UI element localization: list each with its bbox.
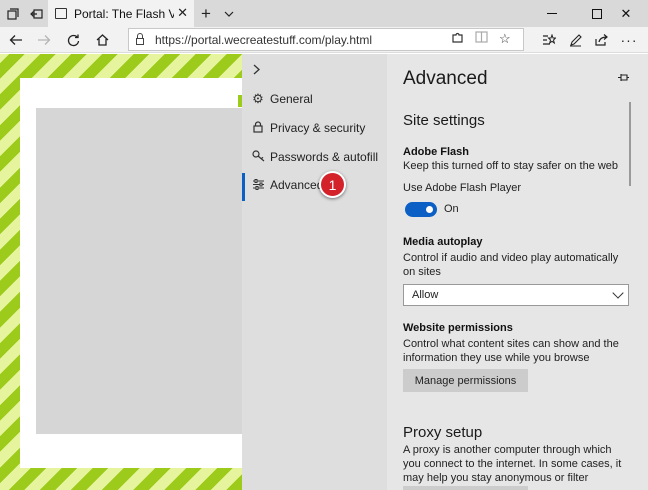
media-autoplay-description: Control if audio and video play automati… xyxy=(403,252,619,278)
settings-nav-label: General xyxy=(270,92,313,106)
callout-marker-1: 1 xyxy=(319,171,346,198)
chevron-down-icon xyxy=(612,287,624,299)
settings-nav-advanced[interactable]: Advanced xyxy=(242,171,387,201)
favorite-star-icon[interactable]: ☆ xyxy=(499,31,511,47)
media-autoplay-select[interactable]: Allow xyxy=(403,284,629,306)
adobe-flash-description: Keep this turned off to stay safer on th… xyxy=(403,160,619,172)
tab-active[interactable]: Portal: The Flash Version ✕ xyxy=(48,0,194,27)
new-tab-icon[interactable]: + xyxy=(195,0,217,27)
url-text[interactable]: https://portal.wecreatestuff.com/play.ht… xyxy=(155,33,372,47)
puzzle-extension-icon[interactable] xyxy=(451,31,464,47)
proxy-setup-description: A proxy is another computer through whic… xyxy=(403,444,622,490)
key-icon xyxy=(251,149,265,165)
settings-nav-passwords[interactable]: Passwords & autofill xyxy=(242,143,387,171)
media-autoplay-value: Allow xyxy=(412,289,439,301)
minimize-icon[interactable] xyxy=(530,0,574,27)
close-window-icon[interactable]: ✕ xyxy=(604,0,648,27)
lock-icon xyxy=(251,120,265,136)
settings-nav-privacy[interactable]: Privacy & security xyxy=(242,114,387,142)
proxy-setup-heading: Proxy setup xyxy=(403,424,483,441)
tab-manager-icon[interactable] xyxy=(2,0,24,27)
scrollbar[interactable] xyxy=(629,102,631,186)
flash-toggle-label: Use Adobe Flash Player xyxy=(403,182,522,194)
site-settings-heading: Site settings xyxy=(403,112,485,129)
pen-notes-icon[interactable] xyxy=(563,27,587,53)
address-bar[interactable]: https://portal.wecreatestuff.com/play.ht… xyxy=(128,28,524,51)
set-aside-tabs-icon[interactable] xyxy=(25,0,47,27)
website-permissions-heading: Website permissions xyxy=(403,322,513,334)
tab-title: Portal: The Flash Version xyxy=(74,6,174,21)
panel-title: Advanced xyxy=(403,68,488,89)
settings-nav-label: Privacy & security xyxy=(270,121,366,135)
tab-preview-chevron-icon[interactable] xyxy=(218,0,240,27)
proxy-setup-button[interactable] xyxy=(403,486,528,490)
title-bar: Portal: The Flash Version ✕ + ✕ xyxy=(0,0,648,27)
refresh-icon[interactable] xyxy=(61,27,85,53)
gear-icon: ⚙ xyxy=(252,91,264,106)
back-arrow-icon[interactable] xyxy=(4,27,28,53)
web-page-content[interactable] xyxy=(0,54,242,490)
lock-icon[interactable] xyxy=(136,33,144,45)
home-icon[interactable] xyxy=(90,27,114,53)
chevron-right-icon[interactable] xyxy=(253,62,260,78)
settings-nav-label: Passwords & autofill xyxy=(270,150,379,164)
settings-nav-general[interactable]: ⚙ General xyxy=(242,85,387,113)
website-permissions-description: Control what content sites can show and … xyxy=(403,338,619,364)
flash-toggle-switch[interactable] xyxy=(405,202,437,217)
share-icon[interactable] xyxy=(589,27,613,53)
close-tab-icon[interactable]: ✕ xyxy=(177,5,188,21)
navigation-bar: https://portal.wecreatestuff.com/play.ht… xyxy=(0,27,648,53)
adobe-flash-heading: Adobe Flash xyxy=(403,146,470,158)
media-autoplay-heading: Media autoplay xyxy=(403,236,483,248)
flash-content-area[interactable] xyxy=(36,108,242,434)
manage-permissions-button[interactable]: Manage permissions xyxy=(403,369,528,392)
reading-view-icon[interactable] xyxy=(475,31,488,46)
favorites-hub-icon[interactable] xyxy=(537,27,561,53)
page-favicon-icon xyxy=(55,8,67,19)
sliders-icon xyxy=(251,178,265,193)
pin-icon[interactable] xyxy=(617,70,630,85)
more-menu-icon[interactable]: ··· xyxy=(617,27,641,53)
flash-toggle-state: On xyxy=(444,203,459,215)
settings-nav-label: Advanced xyxy=(270,178,324,192)
settings-navigation: ⚙ General Privacy & security Passwords &… xyxy=(242,54,387,490)
advanced-settings-panel: Advanced Site settings Adobe Flash Keep … xyxy=(387,54,648,490)
forward-arrow-icon[interactable] xyxy=(32,27,56,53)
